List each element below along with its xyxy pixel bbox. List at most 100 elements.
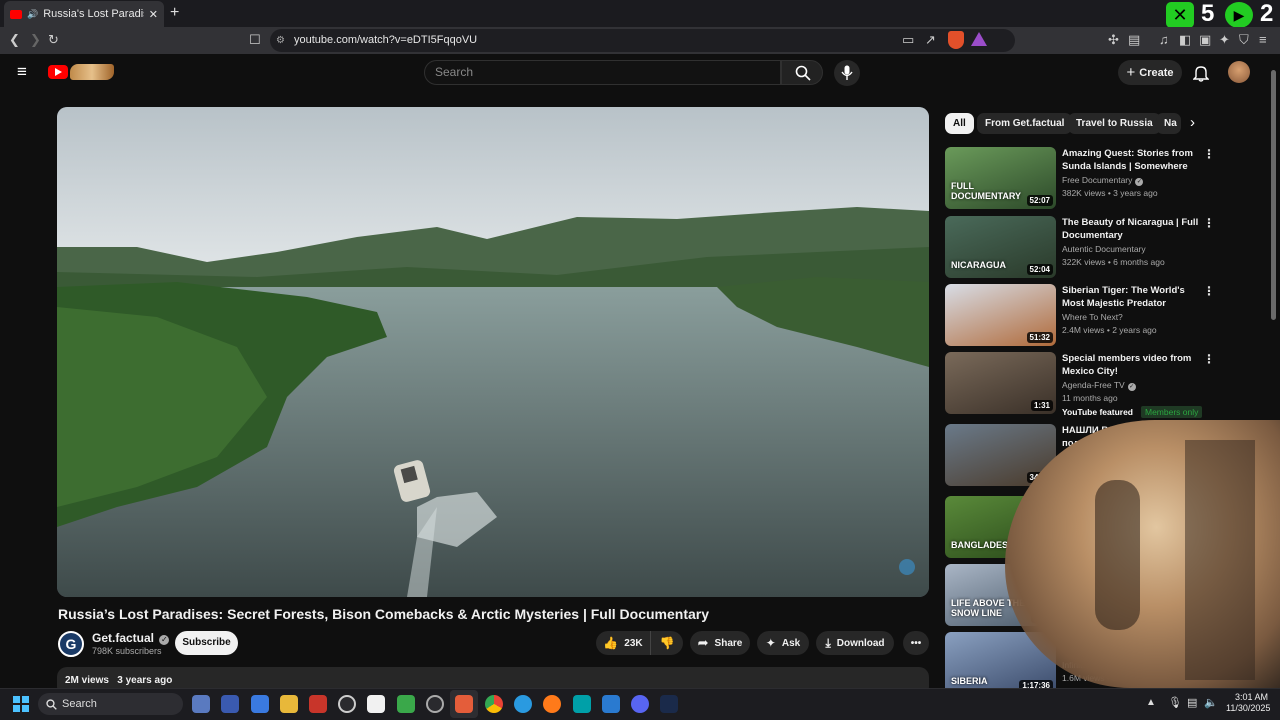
video-thumbnail[interactable]: FULL DOCUMENTARY 52:07 (945, 147, 1056, 209)
thumbnail-text: FULL DOCUMENTARY (951, 181, 1021, 201)
video-thumbnail[interactable]: 51:32 (945, 284, 1056, 346)
chrome-icon[interactable] (485, 695, 503, 713)
discord-icon[interactable] (631, 695, 649, 713)
sparkle-icon: ✦ (765, 636, 776, 650)
sidebar-icon[interactable]: ▤ (1128, 32, 1140, 48)
video-options-icon[interactable]: ⋮ (1203, 352, 1215, 366)
vpn-shield-icon[interactable]: ⛉ (1239, 32, 1249, 48)
taskbar-app-media-icon[interactable] (221, 695, 239, 713)
search-input[interactable]: Search (424, 60, 781, 85)
recommended-channel[interactable]: Where To Next? (1062, 312, 1123, 322)
panel-icon[interactable]: ◧ (1179, 32, 1191, 48)
cast-icon[interactable]: ▭ (902, 32, 914, 48)
recommended-video[interactable]: 51:32 Siberian Tiger: The World's Most Ma… (945, 284, 1215, 346)
tray-chevron-icon[interactable]: ▲ (1146, 697, 1156, 708)
chip-from-channel[interactable]: From Get.factual (977, 113, 1073, 134)
chip-travel-russia[interactable]: Travel to Russia (1068, 113, 1161, 134)
recommended-video-title[interactable]: Amazing Quest: Stories from Sunda Island… (1062, 147, 1200, 173)
recommended-video-title[interactable]: The Beauty of Nicaragua | Full Documenta… (1062, 216, 1200, 242)
create-button[interactable]: + Create (1118, 60, 1182, 85)
channel-name[interactable]: Get.factual ✓ (92, 631, 170, 645)
recommended-video[interactable]: FULL DOCUMENTARY 52:07 Amazing Quest: Stor… (945, 147, 1215, 209)
tray-wifi-icon[interactable]: ▤ (1187, 696, 1197, 709)
recommended-channel[interactable]: Free Documentary ✓ (1062, 175, 1144, 186)
taskbar-clock[interactable]: 3:01 AM 11/30/2025 (1226, 692, 1270, 714)
close-tab-icon[interactable]: ✕ (149, 8, 158, 21)
recommended-meta: 2.4M views • 2 years ago (1062, 325, 1157, 335)
video-thumbnail[interactable]: NICARAGUA 52:04 (945, 216, 1056, 278)
vscode-icon[interactable] (602, 695, 620, 713)
taskbar-app-network-icon[interactable] (192, 695, 210, 713)
menu-icon[interactable]: ≡ (1259, 32, 1267, 47)
video-duration: 51:32 (1026, 332, 1053, 343)
members-only-badge: Members only (1141, 406, 1203, 418)
video-duration: 52:04 (1026, 264, 1053, 275)
download-button[interactable]: ⤓ Download (816, 631, 894, 655)
channel-avatar[interactable]: G (58, 631, 84, 657)
audio-playing-icon[interactable]: 🔊 (27, 9, 38, 20)
video-options-icon[interactable]: ⋮ (1203, 147, 1215, 161)
share-page-icon[interactable]: ↗ (925, 32, 936, 48)
video-options-icon[interactable]: ⋮ (1203, 284, 1215, 298)
active-app-indicator (450, 690, 478, 718)
taskbar-search[interactable]: Search (38, 693, 183, 715)
brave-shield-icon[interactable] (948, 31, 964, 49)
recommended-video[interactable]: 1:31 Special members video from Mexico Ci… (945, 352, 1215, 418)
taskbar-app-timer-icon[interactable] (338, 695, 356, 713)
notifications-bell-icon[interactable] (1193, 64, 1209, 82)
recommended-channel[interactable]: Autentic Documentary (1062, 244, 1146, 254)
like-button[interactable]: 👍 23K (596, 631, 650, 655)
overlay-x-icon: ✕ (1166, 2, 1194, 28)
recommended-channel[interactable]: Agenda-Free TV ✓ (1062, 380, 1136, 391)
thumbnail-text: NICARAGUA (951, 260, 1006, 270)
search-button[interactable] (781, 60, 823, 85)
firefox-icon[interactable] (543, 695, 561, 713)
chip-all[interactable]: All (945, 113, 974, 134)
recommended-video-title[interactable]: Special members video from Mexico City! (1062, 352, 1200, 378)
subscriber-count: 798K subscribers (92, 646, 162, 656)
video-options-icon[interactable]: ⋮ (1203, 216, 1215, 230)
taskbar-app-shield-icon[interactable] (397, 695, 415, 713)
edge-icon[interactable] (514, 695, 532, 713)
voice-search-button[interactable] (834, 60, 860, 86)
reload-icon[interactable]: ↻ (48, 32, 59, 48)
new-tab-button[interactable]: + (170, 4, 179, 22)
bookmark-icon[interactable]: ☐ (249, 32, 261, 48)
tray-volume-icon[interactable]: 🔈 (1204, 696, 1218, 709)
dislike-button[interactable]: 👎 (650, 631, 683, 655)
arduino-icon[interactable] (573, 695, 591, 713)
extensions-icon[interactable]: ✣ (1108, 32, 1119, 48)
forward-icon[interactable]: ❯ (30, 32, 41, 48)
video-player[interactable] (57, 107, 929, 597)
overlay-count-2: 2 (1260, 0, 1274, 27)
brave-rewards-icon[interactable] (971, 32, 987, 46)
account-avatar[interactable] (1228, 61, 1250, 83)
play-icon (55, 68, 62, 76)
more-actions-button[interactable]: ••• (903, 631, 929, 655)
music-icon[interactable]: ♫ (1159, 32, 1169, 47)
taskbar-app-r-icon[interactable] (251, 695, 269, 713)
recommended-video-title[interactable]: Siberian Tiger: The World's Most Majesti… (1062, 284, 1200, 310)
youtube-logo[interactable] (48, 65, 68, 79)
tray-mic-icon[interactable]: 🎙 (1168, 696, 1182, 709)
site-info-icon[interactable]: ⚙ (276, 29, 285, 52)
video-thumbnail[interactable]: 1:31 (945, 352, 1056, 414)
taskbar-app-badge-icon[interactable] (309, 695, 327, 713)
taskbar-app-obs-icon[interactable] (426, 695, 444, 713)
windows-start-icon[interactable] (13, 696, 29, 712)
file-explorer-icon[interactable] (280, 695, 298, 713)
leo-ai-icon[interactable]: ✦ (1219, 32, 1230, 48)
subscribe-button[interactable]: Subscribe (175, 631, 238, 655)
wallet-icon[interactable]: ▣ (1199, 32, 1211, 48)
page-scrollbar[interactable] (1271, 70, 1276, 320)
chevron-right-icon[interactable]: › (1190, 114, 1195, 131)
chip-na[interactable]: Na (1156, 113, 1181, 134)
hamburger-menu-icon[interactable]: ≡ (17, 62, 27, 82)
back-icon[interactable]: ❮ (9, 32, 20, 48)
share-button[interactable]: ➦ Share (690, 631, 750, 655)
browser-tab[interactable]: 🔊 Russia's Lost Paradises: Secre ✕ (4, 1, 164, 27)
recommended-video[interactable]: NICARAGUA 52:04 The Beauty of Nicaragua | … (945, 216, 1215, 278)
ask-button[interactable]: ✦ Ask (757, 631, 809, 655)
steam-icon[interactable] (660, 695, 678, 713)
capcut-icon[interactable] (367, 695, 385, 713)
